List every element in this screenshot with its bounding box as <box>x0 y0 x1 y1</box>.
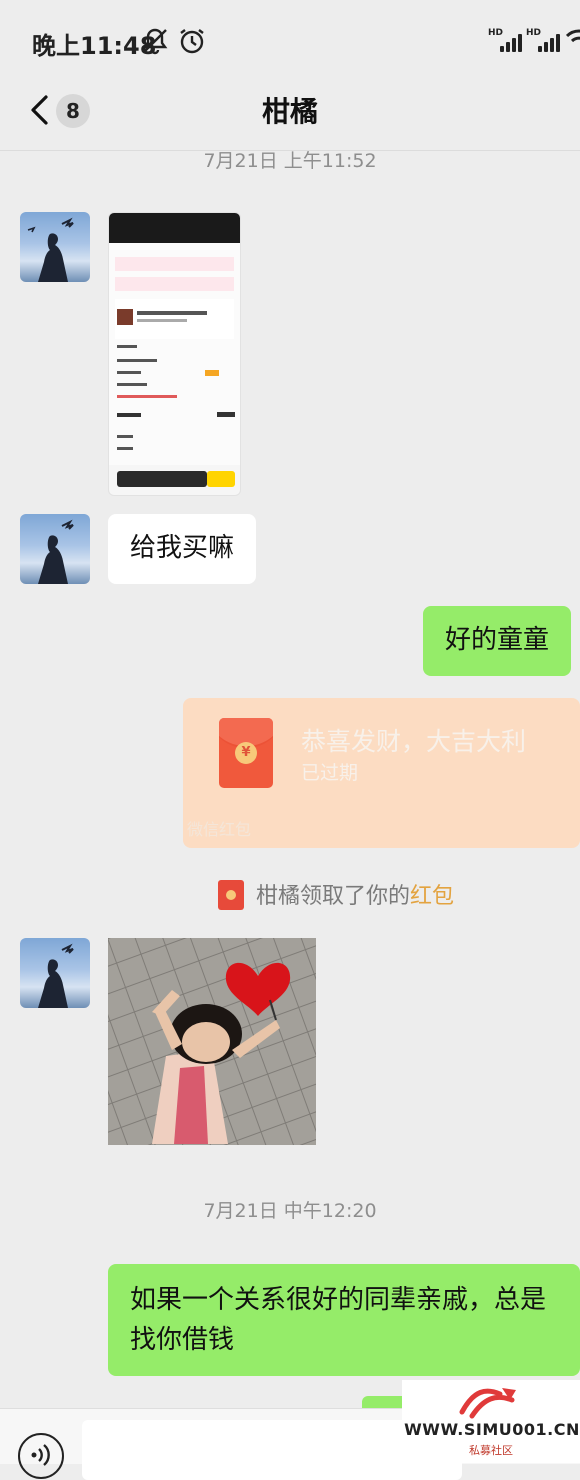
timestamp: 7月21日 上午11:52 <box>203 150 377 172</box>
red-packet-greeting: 恭喜发财，大吉大利 <box>301 727 527 756</box>
avatar-silhouette-icon <box>27 217 74 282</box>
red-packet-footer: 微信红包 <box>187 820 252 839</box>
photo-message[interactable] <box>108 938 316 1145</box>
mute-icon <box>142 28 168 55</box>
red-envelope-icon: ¥ <box>219 718 273 788</box>
avatar[interactable] <box>20 514 90 584</box>
avatar-silhouette-icon <box>38 519 74 584</box>
watermark: WWW.SIMU001.CN 私募社区 <box>402 1380 580 1463</box>
message-bubble-sent[interactable]: 好的童童 <box>423 606 572 676</box>
red-packet-card[interactable]: ¥ 恭喜发财，大吉大利 已过期 微信红包 <box>183 698 580 848</box>
red-packet-link[interactable]: 红包 <box>410 884 454 909</box>
voice-input-button[interactable] <box>18 1433 64 1479</box>
message-bubble-sent[interactable]: 如果一个关系很好的同辈亲戚，总是找你借钱 <box>108 1264 580 1376</box>
notice-text: 柑橘领取了你的 <box>256 884 411 909</box>
hd-signal-icon: HD <box>526 28 562 52</box>
voice-icon <box>31 1444 50 1466</box>
screenshot-image-message[interactable] <box>108 212 241 496</box>
watermark-logo-icon <box>459 1388 516 1419</box>
red-envelope-icon <box>218 880 244 910</box>
watermark-subtitle: 私募社区 <box>469 1444 513 1457</box>
avatar[interactable] <box>20 212 90 282</box>
wifi-icon <box>566 29 580 43</box>
timestamp: 7月21日 中午12:20 <box>203 1200 377 1222</box>
girl-with-heart-photo <box>108 938 316 1145</box>
status-time: 晚上11:48 <box>32 32 157 60</box>
alarm-icon <box>180 29 204 54</box>
avatar[interactable] <box>20 938 90 1008</box>
avatar-silhouette-icon <box>38 943 74 1008</box>
hd-signal-icon: HD <box>488 28 524 52</box>
message-bubble-received[interactable]: 给我买嘛 <box>108 514 257 584</box>
chat-title: 柑橘 <box>261 95 318 128</box>
order-screenshot-thumbnail <box>109 213 240 487</box>
watermark-url: WWW.SIMU001.CN <box>404 1420 580 1439</box>
red-packet-status: 已过期 <box>301 762 359 784</box>
